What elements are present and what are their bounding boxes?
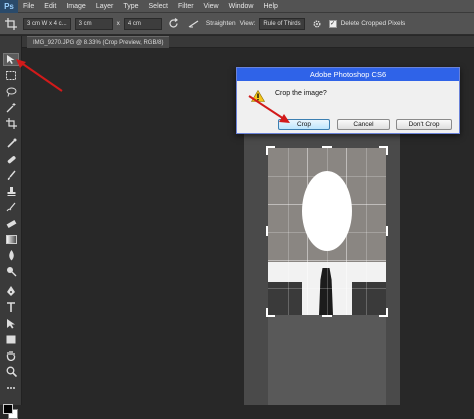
foreground-color-swatch[interactable] bbox=[3, 404, 13, 414]
menu-window[interactable]: Window bbox=[224, 0, 259, 13]
path-selection-tool-icon[interactable] bbox=[3, 317, 19, 330]
magic-wand-tool-icon[interactable] bbox=[3, 101, 19, 114]
eyedropper-tool-icon[interactable] bbox=[3, 137, 19, 150]
menu-filter[interactable]: Filter bbox=[173, 0, 199, 13]
menu-view[interactable]: View bbox=[199, 0, 224, 13]
blur-tool-icon[interactable] bbox=[3, 249, 19, 262]
delete-cropped-checkbox[interactable]: ✓ bbox=[328, 19, 337, 28]
annotation-arrow-toolbox bbox=[16, 59, 63, 92]
straighten-icon[interactable] bbox=[186, 16, 202, 32]
zoom-tool-icon[interactable] bbox=[3, 365, 19, 378]
annotation-arrow-crop-button bbox=[248, 95, 290, 123]
view-label: View: bbox=[239, 20, 256, 27]
rectangle-tool-icon[interactable] bbox=[3, 333, 19, 346]
clone-stamp-tool-icon[interactable] bbox=[3, 185, 19, 198]
pen-tool-icon[interactable] bbox=[3, 285, 19, 298]
more-tools-icon[interactable] bbox=[3, 381, 19, 394]
hand-tool-icon[interactable] bbox=[3, 349, 19, 362]
menu-help[interactable]: Help bbox=[259, 0, 283, 13]
options-bar: 3 cm W x 4 c... 3 cm x 4 cm Straighten V… bbox=[0, 13, 474, 35]
delete-cropped-label[interactable]: Delete Cropped Pixels bbox=[341, 20, 406, 27]
history-brush-tool-icon[interactable] bbox=[3, 201, 19, 214]
menu-select[interactable]: Select bbox=[144, 0, 173, 13]
swap-dimensions-button[interactable]: x bbox=[117, 20, 120, 27]
menu-layer[interactable]: Layer bbox=[91, 0, 119, 13]
menu-bar: Ps File Edit Image Layer Type Select Fil… bbox=[0, 0, 474, 13]
eraser-tool-icon[interactable] bbox=[3, 217, 19, 230]
healing-brush-tool-icon[interactable] bbox=[3, 153, 19, 166]
ratio-preset-select[interactable]: 3 cm W x 4 c... bbox=[23, 17, 71, 30]
document-tab-bar: IMG_9270.JPG @ 8.33% (Crop Preview, RGB/… bbox=[22, 36, 474, 48]
view-overlay-select[interactable]: Rule of Thirds bbox=[259, 17, 305, 30]
height-field[interactable]: 4 cm bbox=[123, 17, 162, 30]
menu-image[interactable]: Image bbox=[61, 0, 90, 13]
dont-crop-button[interactable]: Don't Crop bbox=[396, 119, 452, 130]
rotate-icon[interactable] bbox=[166, 16, 182, 32]
brush-tool-icon[interactable] bbox=[3, 169, 19, 182]
menu-file[interactable]: File bbox=[18, 0, 39, 13]
photoshop-logo: Ps bbox=[0, 0, 18, 13]
width-field[interactable]: 3 cm bbox=[74, 17, 113, 30]
dodge-tool-icon[interactable] bbox=[3, 265, 19, 278]
gear-icon[interactable] bbox=[309, 16, 325, 32]
straighten-label[interactable]: Straighten bbox=[206, 20, 236, 27]
crop-tool-icon[interactable] bbox=[3, 117, 19, 130]
type-tool-icon[interactable] bbox=[3, 301, 19, 314]
dialog-title: Adobe Photoshop CS6 bbox=[237, 68, 459, 81]
menu-edit[interactable]: Edit bbox=[39, 0, 61, 13]
gradient-tool-icon[interactable] bbox=[3, 233, 19, 246]
document-tab[interactable]: IMG_9270.JPG @ 8.33% (Crop Preview, RGB/… bbox=[27, 36, 170, 48]
crop-icon[interactable] bbox=[3, 16, 19, 32]
menu-type[interactable]: Type bbox=[118, 0, 143, 13]
cancel-button[interactable]: Cancel bbox=[337, 119, 390, 130]
crop-handles[interactable] bbox=[266, 146, 388, 317]
